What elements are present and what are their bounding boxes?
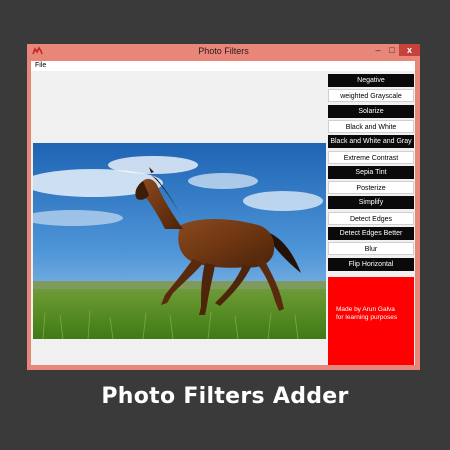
- image-canvas-area: [31, 71, 326, 365]
- filter-button-detect-edges[interactable]: Detect Edges: [328, 211, 414, 225]
- filter-button-detect-edges-better[interactable]: Detect Edges Better: [328, 227, 414, 240]
- filter-button-sepia-tint[interactable]: Sepia Tint: [328, 165, 414, 179]
- filter-button-black-and-white-and-gray[interactable]: Black and White and Gray: [328, 135, 414, 149]
- filter-button-black-and-white[interactable]: Black and White: [328, 119, 414, 133]
- filter-button-solarize[interactable]: Solarize: [328, 104, 414, 118]
- menu-file[interactable]: File: [35, 61, 46, 71]
- window-client-area: File Negative weighted Grayscale Solariz…: [31, 61, 415, 365]
- minimize-button[interactable]: –: [371, 44, 385, 56]
- maximize-button[interactable]: □: [385, 44, 399, 56]
- filter-button-negative[interactable]: Negative: [328, 74, 414, 87]
- credit-panel: Made by Arun Galva for learning purposes: [328, 277, 414, 365]
- filter-button-posterize[interactable]: Posterize: [328, 181, 414, 195]
- menu-bar: File: [31, 61, 415, 71]
- filter-button-simplify[interactable]: Simplify: [328, 196, 414, 210]
- app-window: Photo Filters – □ x File Negative weight…: [27, 44, 420, 370]
- filter-button-extreme-contrast[interactable]: Extreme Contrast: [328, 150, 414, 164]
- credit-line-2: for learning purposes: [336, 314, 398, 321]
- filter-button-weighted-grayscale[interactable]: weighted Grayscale: [328, 89, 414, 103]
- credit-line-1: Made by Arun Galva: [336, 306, 395, 313]
- horse-photo: [33, 143, 326, 339]
- title-bar[interactable]: Photo Filters – □ x: [27, 44, 420, 59]
- filter-button-flip-horizontal[interactable]: Flip Horizontal: [328, 257, 414, 271]
- credit-text: Made by Arun Galva for learning purposes: [336, 306, 410, 322]
- filter-button-blur[interactable]: Blur: [328, 242, 414, 256]
- close-button[interactable]: x: [399, 44, 420, 56]
- window-title: Photo Filters: [198, 46, 249, 56]
- caption-title: Photo Filters Adder: [101, 384, 349, 409]
